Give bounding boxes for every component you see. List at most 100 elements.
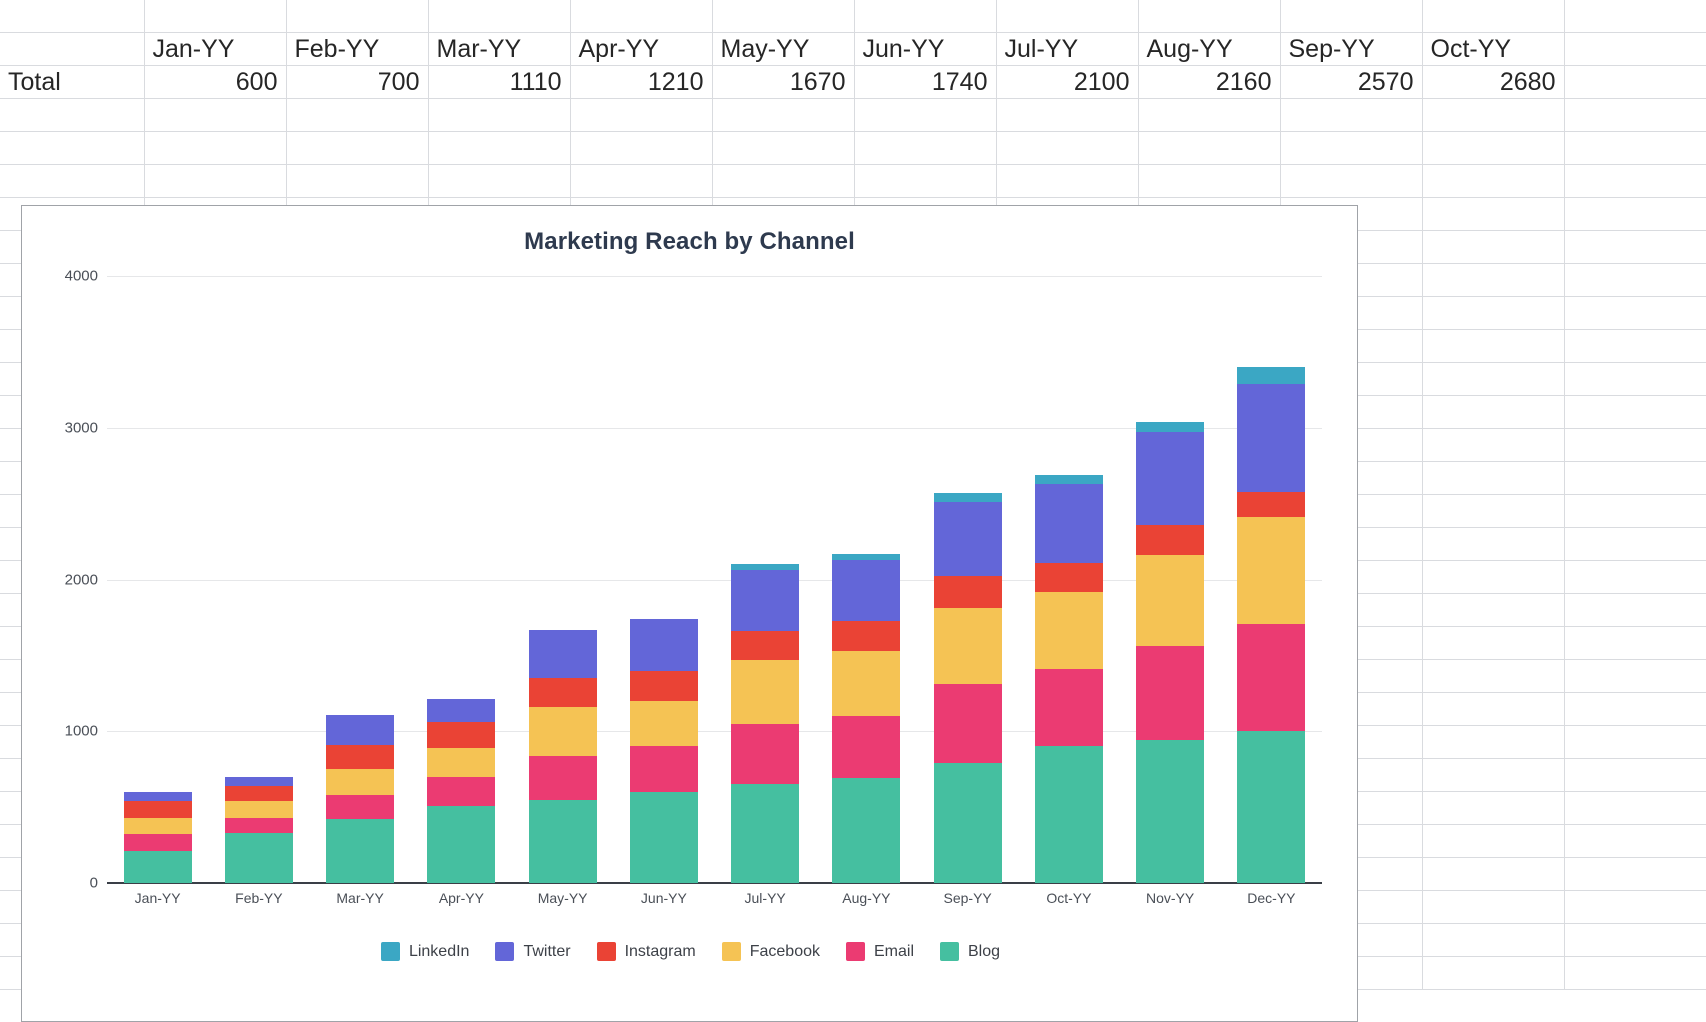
spreadsheet-cell[interactable] <box>712 132 854 165</box>
spreadsheet-cell[interactable] <box>0 33 144 66</box>
stacked-bar[interactable] <box>326 715 394 883</box>
spreadsheet-cell[interactable] <box>286 0 428 33</box>
spreadsheet-cell[interactable] <box>1564 330 1706 363</box>
bar-segment-email[interactable] <box>1035 669 1103 746</box>
bar-segment-blog[interactable] <box>731 784 799 883</box>
bar-segment-instagram[interactable] <box>731 631 799 660</box>
bar-segment-facebook[interactable] <box>630 701 698 747</box>
bar-segment-blog[interactable] <box>1237 731 1305 883</box>
bar-column[interactable]: Feb-YY <box>208 276 309 883</box>
spreadsheet-cell[interactable] <box>1422 924 1564 957</box>
chart-container[interactable]: Marketing Reach by Channel 0100020003000… <box>21 205 1358 1022</box>
bar-segment-blog[interactable] <box>1136 740 1204 883</box>
spreadsheet-cell[interactable] <box>1564 858 1706 891</box>
bar-column[interactable]: Jul-YY <box>715 276 816 883</box>
total-value-cell[interactable]: 2570 <box>1280 66 1422 99</box>
spreadsheet-cell[interactable] <box>1422 462 1564 495</box>
stacked-bar[interactable] <box>529 630 597 883</box>
bar-segment-email[interactable] <box>1237 624 1305 732</box>
column-header-cell[interactable]: Jul-YY <box>996 33 1138 66</box>
spreadsheet-total-row[interactable]: Total60070011101210167017402100216025702… <box>0 66 1706 99</box>
spreadsheet-cell[interactable] <box>0 132 144 165</box>
bar-segment-twitter[interactable] <box>731 570 799 631</box>
column-header-cell[interactable]: Jan-YY <box>144 33 286 66</box>
bar-segment-instagram[interactable] <box>326 745 394 769</box>
bar-segment-blog[interactable] <box>124 851 192 883</box>
bar-segment-twitter[interactable] <box>427 699 495 722</box>
bar-segment-instagram[interactable] <box>630 671 698 701</box>
total-value-cell[interactable]: 2160 <box>1138 66 1280 99</box>
total-value-cell[interactable]: 1110 <box>428 66 570 99</box>
bar-segment-facebook[interactable] <box>934 608 1002 684</box>
bar-segment-twitter[interactable] <box>124 792 192 801</box>
spreadsheet-cell[interactable] <box>1422 561 1564 594</box>
chart-legend[interactable]: LinkedInTwitterInstagramFacebookEmailBlo… <box>22 942 1359 961</box>
bar-segment-facebook[interactable] <box>731 660 799 724</box>
total-value-cell[interactable]: 2100 <box>996 66 1138 99</box>
spreadsheet-cell[interactable] <box>428 99 570 132</box>
column-header-cell[interactable]: Sep-YY <box>1280 33 1422 66</box>
spreadsheet-cell[interactable] <box>712 99 854 132</box>
total-value-cell[interactable]: 700 <box>286 66 428 99</box>
spreadsheet-cell[interactable] <box>854 99 996 132</box>
spreadsheet-cell[interactable] <box>1564 825 1706 858</box>
spreadsheet-cell[interactable] <box>854 132 996 165</box>
spreadsheet-cell[interactable] <box>1564 165 1706 198</box>
spreadsheet-cell[interactable] <box>996 99 1138 132</box>
spreadsheet-cell[interactable] <box>1564 495 1706 528</box>
spreadsheet-cell[interactable] <box>1564 957 1706 990</box>
stacked-bar[interactable] <box>427 699 495 883</box>
spreadsheet-cell[interactable] <box>570 132 712 165</box>
spreadsheet-cell[interactable] <box>1422 330 1564 363</box>
spreadsheet-row[interactable] <box>0 0 1706 33</box>
spreadsheet-cell[interactable] <box>1138 99 1280 132</box>
spreadsheet-cell[interactable] <box>1564 429 1706 462</box>
bar-segment-twitter[interactable] <box>1035 484 1103 563</box>
bar-segment-email[interactable] <box>832 716 900 778</box>
spreadsheet-cell[interactable] <box>1564 231 1706 264</box>
bar-segment-email[interactable] <box>225 818 293 833</box>
spreadsheet-cell[interactable] <box>1564 792 1706 825</box>
bar-segment-facebook[interactable] <box>427 748 495 777</box>
bar-segment-email[interactable] <box>934 684 1002 763</box>
bar-column[interactable]: Jan-YY <box>107 276 208 883</box>
spreadsheet-cell[interactable] <box>854 165 996 198</box>
legend-item-instagram[interactable]: Instagram <box>597 942 696 961</box>
spreadsheet-cell[interactable] <box>144 132 286 165</box>
spreadsheet-cell[interactable] <box>1422 594 1564 627</box>
spreadsheet-cell[interactable] <box>1564 627 1706 660</box>
bar-column[interactable]: Aug-YY <box>816 276 917 883</box>
spreadsheet-cell[interactable] <box>570 99 712 132</box>
bar-segment-facebook[interactable] <box>1035 592 1103 669</box>
spreadsheet-cell[interactable] <box>570 165 712 198</box>
spreadsheet-cell[interactable] <box>1564 132 1706 165</box>
column-header-cell[interactable]: Apr-YY <box>570 33 712 66</box>
spreadsheet-cell[interactable] <box>1422 165 1564 198</box>
spreadsheet-cell[interactable] <box>1422 693 1564 726</box>
bar-segment-email[interactable] <box>731 724 799 785</box>
spreadsheet-cell[interactable] <box>712 0 854 33</box>
bar-segment-email[interactable] <box>124 834 192 851</box>
bar-segment-blog[interactable] <box>1035 746 1103 883</box>
total-value-cell[interactable]: 1210 <box>570 66 712 99</box>
spreadsheet-cell[interactable] <box>1564 462 1706 495</box>
bar-segment-email[interactable] <box>427 777 495 806</box>
bar-segment-twitter[interactable] <box>225 777 293 786</box>
spreadsheet-cell[interactable] <box>996 132 1138 165</box>
stacked-bar[interactable] <box>1237 367 1305 883</box>
spreadsheet-cell[interactable] <box>1280 165 1422 198</box>
bar-segment-instagram[interactable] <box>1035 563 1103 592</box>
spreadsheet-cell[interactable] <box>0 99 144 132</box>
spreadsheet-cell[interactable] <box>1564 660 1706 693</box>
spreadsheet-cell[interactable] <box>1564 264 1706 297</box>
spreadsheet-cell[interactable] <box>1564 924 1706 957</box>
legend-item-linkedin[interactable]: LinkedIn <box>381 942 470 961</box>
legend-item-twitter[interactable]: Twitter <box>495 942 570 961</box>
bar-segment-instagram[interactable] <box>124 801 192 818</box>
bar-segment-blog[interactable] <box>529 800 597 883</box>
bar-segment-facebook[interactable] <box>124 818 192 835</box>
stacked-bar[interactable] <box>731 564 799 883</box>
spreadsheet-cell[interactable] <box>1564 891 1706 924</box>
spreadsheet-cell[interactable] <box>1422 396 1564 429</box>
bar-segment-twitter[interactable] <box>326 715 394 745</box>
